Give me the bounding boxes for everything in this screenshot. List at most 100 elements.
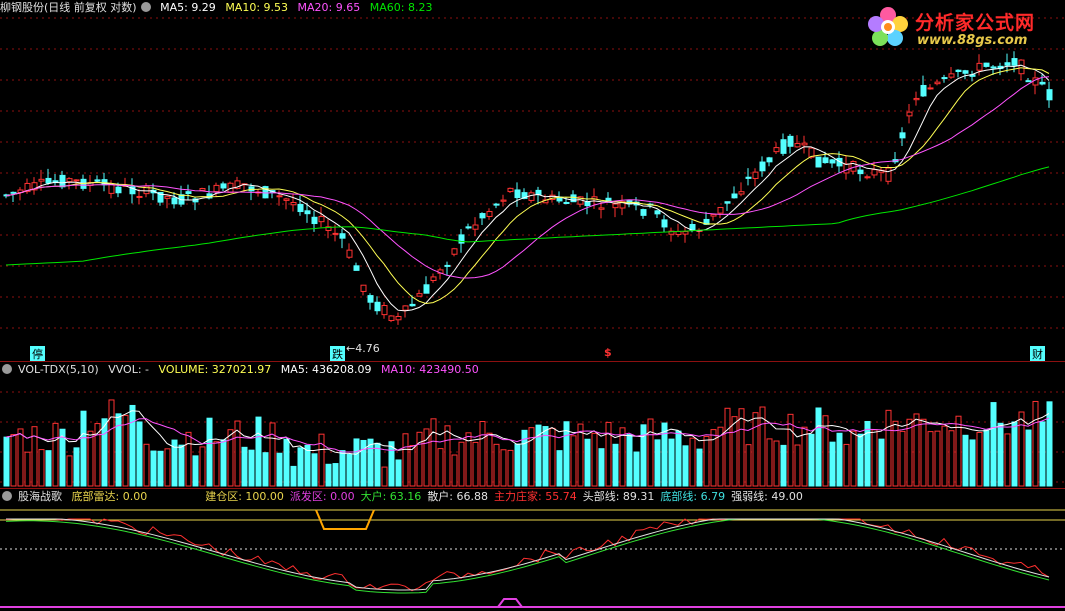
- candle-body: [780, 139, 787, 154]
- volume-bar: [696, 448, 703, 487]
- volume-bar: [241, 446, 248, 487]
- candle-body: [787, 135, 794, 147]
- volume-bar: [955, 415, 962, 487]
- candle-body: [1025, 80, 1032, 83]
- indicator-readout: 强弱线: 49.00: [731, 490, 803, 503]
- volume-bar: [885, 409, 892, 487]
- ma60-line: [5, 166, 1050, 266]
- stock-title: 柳钢股份(日线 前复权 对数): [0, 1, 137, 14]
- volume-bar: [1004, 433, 1011, 487]
- candle-body: [108, 184, 115, 194]
- candle-body: [563, 201, 570, 205]
- candle-body: [423, 284, 430, 294]
- volume-bar: [17, 428, 24, 487]
- volume-bar: [1011, 421, 1018, 487]
- volume-bar: [66, 455, 73, 487]
- candle-body: [843, 163, 850, 174]
- candle-body: [339, 233, 346, 239]
- volume-panel[interactable]: VOL-TDX(5,10) VVOL: - VOLUME: 327021.97 …: [0, 362, 1065, 489]
- volume-bar: [500, 449, 507, 487]
- volume-bar: [269, 422, 276, 487]
- volume-bar: [80, 410, 87, 487]
- candle-body: [766, 157, 773, 163]
- candle-body: [850, 161, 857, 172]
- candle-body: [941, 77, 948, 80]
- indicator-chart[interactable]: [0, 489, 1065, 611]
- drop-marker[interactable]: 跌: [330, 346, 345, 361]
- candle-body: [500, 199, 507, 202]
- indicator-settings-gear-icon[interactable]: [2, 491, 12, 501]
- candle-body: [794, 143, 801, 148]
- volume-bar: [878, 438, 885, 487]
- candle-body: [948, 73, 955, 78]
- candle-body: [374, 301, 381, 312]
- candle-body: [45, 177, 52, 184]
- candle-body: [213, 184, 220, 193]
- candle-body: [164, 195, 171, 199]
- settings-gear-icon[interactable]: [140, 2, 151, 12]
- volume-bar: [402, 433, 409, 487]
- dividend-marker[interactable]: $: [604, 346, 612, 359]
- candle-body: [955, 69, 962, 73]
- volume-bar: [192, 455, 199, 487]
- volume-bar: [150, 450, 157, 487]
- price-chart[interactable]: [0, 0, 1065, 361]
- volume-bar: [157, 450, 164, 487]
- ma60-readout: MA60: 8.23: [369, 1, 433, 14]
- candle-body: [276, 195, 283, 198]
- volume-chart[interactable]: [0, 362, 1065, 488]
- candle-body: [451, 248, 458, 255]
- candle-body: [136, 195, 143, 198]
- volume-bar: [206, 417, 213, 487]
- indicator-readout: 建仓区: 100.00: [205, 490, 284, 503]
- candle-body: [59, 174, 66, 188]
- logo-url: www.88gs.com: [917, 33, 1028, 48]
- candle-body: [1018, 59, 1025, 75]
- volume-bar: [591, 432, 598, 487]
- ma10-readout: MA10: 9.53: [225, 1, 289, 14]
- volume-bar: [514, 443, 521, 487]
- volume-bar: [339, 450, 346, 487]
- volume-bar: [395, 459, 402, 487]
- volume-bar: [213, 441, 220, 487]
- volume-bar: [227, 429, 234, 487]
- volume-bar: [1025, 429, 1032, 487]
- candle-body: [94, 179, 101, 182]
- volume-bar: [507, 449, 514, 487]
- indicator-readout: 派发区: 0.00: [289, 490, 355, 503]
- candle-body: [1039, 81, 1046, 85]
- volume-bar: [10, 434, 17, 487]
- suspend-marker[interactable]: 停: [30, 346, 45, 361]
- volume-bar: [598, 448, 605, 487]
- volume-bar: [255, 416, 262, 487]
- candle-body: [220, 183, 227, 189]
- candle-body: [332, 232, 339, 235]
- low-price-marker: ←4.76: [346, 342, 380, 355]
- candle-body: [731, 193, 738, 199]
- volume-bar: [780, 444, 787, 487]
- vol-ma10-readout: MA10: 423490.50: [381, 363, 479, 376]
- volume-settings-gear-icon[interactable]: [2, 364, 12, 374]
- bottom-radar-marker: [497, 598, 523, 608]
- candle-body: [353, 265, 360, 271]
- volume-bar: [682, 445, 689, 487]
- candle-body: [759, 161, 766, 172]
- candle-body: [395, 316, 402, 321]
- candle-body: [528, 192, 535, 201]
- volume-bar: [297, 447, 304, 487]
- candle-body: [612, 203, 619, 209]
- volume-bar: [143, 443, 150, 487]
- volume-bar: [745, 444, 752, 487]
- volume-bar: [311, 453, 318, 487]
- volume-bar: [451, 454, 458, 487]
- volume-bar: [346, 453, 353, 487]
- volume-bar: [850, 430, 857, 487]
- finance-marker[interactable]: 财: [1030, 346, 1045, 361]
- indicator-panel[interactable]: 股海战歌 底部雷达: 0.00 建仓区: 100.00 派发区: 0.00 大户: 6…: [0, 489, 1065, 611]
- volume-bar: [556, 450, 563, 487]
- candle-body: [360, 284, 367, 292]
- candle-body: [752, 171, 759, 179]
- price-panel[interactable]: 柳钢股份(日线 前复权 对数) MA5: 9.29 MA10: 9.53 MA2…: [0, 0, 1065, 362]
- candle-body: [73, 179, 80, 182]
- volume-bar: [899, 430, 906, 487]
